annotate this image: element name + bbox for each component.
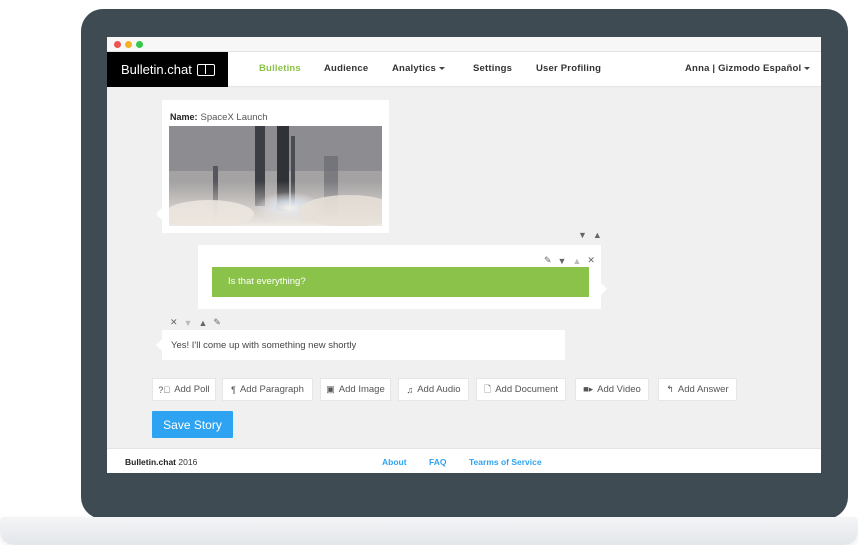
bulletin-name-row: Name: SpaceX Launch: [170, 107, 268, 125]
footer-link-terms[interactable]: Tearms of Service: [469, 457, 542, 467]
nav-item-analytics-label: Analytics: [392, 63, 437, 74]
window-titlebar: [107, 37, 821, 52]
nav-item-settings[interactable]: Settings: [473, 63, 512, 74]
move-down-icon[interactable]: ▼: [184, 318, 193, 328]
brand-logo[interactable]: Bulletin.chat: [107, 52, 228, 87]
close-icon[interactable]: ✕: [587, 255, 595, 266]
add-answer-label: Add Answer: [677, 384, 729, 395]
bulletin-message-card[interactable]: ✎ ▼ ▲ ✕ Is that everything?: [198, 245, 607, 309]
add-image-button[interactable]: ▣ Add Image: [320, 378, 391, 401]
laptop-base: [0, 517, 858, 545]
image-icon: ▣: [326, 384, 335, 394]
nav-item-bulletins[interactable]: Bulletins: [259, 63, 301, 74]
nav-item-analytics[interactable]: Analytics: [392, 63, 446, 74]
page-footer: Bulletin.chat 2016 About FAQ Tearms of S…: [107, 448, 821, 473]
reply-icon: ↰: [666, 384, 674, 394]
footer-year: 2016: [178, 457, 198, 467]
footer-link-faq[interactable]: FAQ: [429, 457, 446, 467]
add-paragraph-label: Add Paragraph: [239, 384, 304, 395]
browser-window: Bulletin.chat Bulletins Audience Analyti…: [107, 37, 821, 473]
footer-brand-name: Bulletin.chat: [125, 457, 177, 467]
move-down-icon[interactable]: ▼: [578, 230, 587, 240]
move-up-icon[interactable]: ▲: [593, 230, 602, 240]
close-icon[interactable]: ✕: [170, 317, 178, 328]
top-navbar: Bulletin.chat Bulletins Audience Analyti…: [107, 52, 821, 87]
chevron-down-icon: [804, 66, 811, 70]
document-icon: 🗋: [483, 383, 492, 394]
music-icon: ♫: [406, 384, 414, 395]
nav-item-user-profiling[interactable]: User Profiling: [536, 63, 601, 74]
book-icon: [196, 63, 215, 76]
name-value: SpaceX Launch: [200, 112, 268, 123]
move-up-icon[interactable]: ▲: [198, 318, 207, 328]
question-circle-icon: ?⃝: [158, 384, 171, 395]
add-audio-label: Add Audio: [417, 384, 461, 395]
rocket-launch-illustration: [169, 126, 382, 226]
add-image-label: Add Image: [338, 384, 385, 395]
card3-controls: ✕ ▼ ▲ ✎: [170, 317, 221, 328]
add-video-label: Add Video: [597, 384, 641, 395]
add-document-label: Add Document: [495, 384, 559, 395]
move-up-icon[interactable]: ▲: [572, 256, 581, 266]
move-down-icon[interactable]: ▼: [558, 256, 567, 266]
edit-icon[interactable]: ✎: [213, 317, 221, 328]
card2-outer-controls: ▼ ▲: [578, 230, 602, 240]
add-answer-button[interactable]: ↰ Add Answer: [658, 378, 737, 401]
user-menu[interactable]: Anna | Gizmodo Español: [685, 63, 811, 74]
add-video-button[interactable]: ■▸ Add Video: [575, 378, 649, 401]
close-window-button[interactable]: [114, 41, 121, 48]
card2-controls: ✎ ▼ ▲ ✕: [544, 255, 595, 266]
video-camera-icon: ■▸: [583, 384, 594, 394]
maximize-window-button[interactable]: [136, 41, 143, 48]
add-document-button[interactable]: 🗋 Add Document: [476, 378, 566, 401]
bulletin-image-card[interactable]: Name: SpaceX Launch: [156, 100, 389, 233]
edit-icon[interactable]: ✎: [544, 255, 552, 266]
add-poll-label: Add Poll: [174, 384, 210, 395]
user-name: Anna | Gizmodo Español: [685, 63, 802, 74]
footer-brand: Bulletin.chat 2016: [125, 457, 197, 467]
paragraph-icon: ¶: [231, 384, 236, 395]
name-label: Name:: [170, 112, 198, 122]
rocket-launch-image: [169, 126, 382, 226]
add-audio-button[interactable]: ♫ Add Audio: [398, 378, 469, 401]
add-paragraph-button[interactable]: ¶ Add Paragraph: [222, 378, 313, 401]
chevron-down-icon: [439, 66, 446, 70]
answer-text: Yes! I'll come up with something new sho…: [171, 340, 357, 351]
save-story-button[interactable]: Save Story: [152, 411, 233, 438]
footer-link-about[interactable]: About: [382, 457, 407, 467]
message-bubble: Is that everything?: [212, 267, 589, 297]
add-poll-button[interactable]: ?⃝ Add Poll: [152, 378, 216, 401]
nav-item-audience[interactable]: Audience: [324, 63, 368, 74]
minimize-window-button[interactable]: [125, 41, 132, 48]
answer-card[interactable]: Yes! I'll come up with something new sho…: [156, 330, 565, 360]
brand-name: Bulletin.chat: [121, 62, 192, 77]
